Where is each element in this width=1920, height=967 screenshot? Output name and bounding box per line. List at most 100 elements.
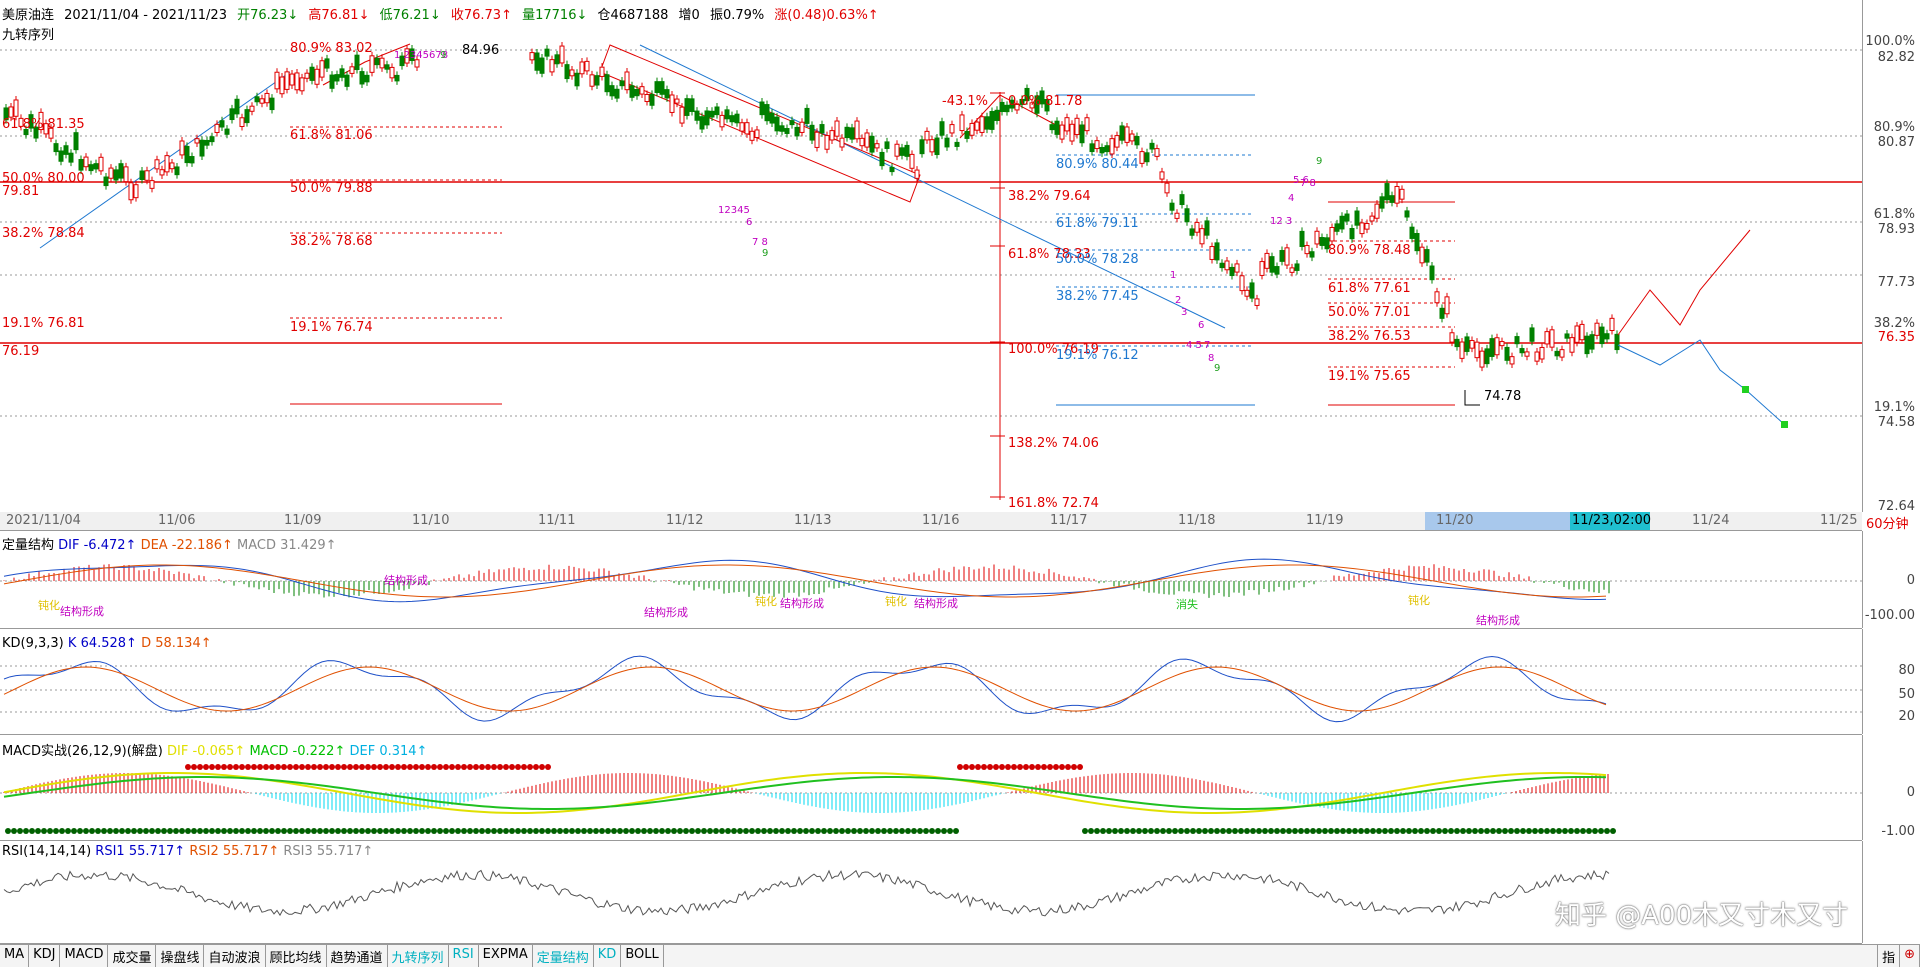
tab-boll[interactable]: BOLL <box>621 945 664 967</box>
signal-dot <box>761 828 767 834</box>
candle <box>1329 226 1335 242</box>
signal-dot <box>1358 828 1364 834</box>
candle <box>974 121 980 131</box>
candle <box>1439 307 1445 319</box>
structure-label: 结构形成 <box>780 597 824 610</box>
candle <box>779 125 785 132</box>
peak-label: 84.96 <box>462 43 500 58</box>
kd-chart[interactable] <box>0 629 1862 734</box>
kd-axis: 80 50 20 <box>1862 629 1920 734</box>
candle <box>73 132 79 151</box>
candle <box>1414 233 1420 252</box>
signal-dot <box>317 764 323 770</box>
pane-title: 定量结构 <box>2 538 55 553</box>
candle <box>304 72 310 79</box>
signal-dot <box>107 828 113 834</box>
tab-structure[interactable]: 定量结构 <box>533 945 594 967</box>
add-icon[interactable]: ⊕ <box>1900 945 1920 967</box>
signal-dot <box>413 828 419 834</box>
candle <box>88 164 94 172</box>
signal-dot <box>473 828 479 834</box>
signal-dot <box>839 828 845 834</box>
tab-gmma[interactable]: 顾比均线 <box>266 945 327 967</box>
tab-kd[interactable]: KD <box>594 945 622 967</box>
candle <box>979 116 985 133</box>
candle <box>1579 323 1585 341</box>
period-label[interactable]: 60分钟 <box>1866 513 1909 532</box>
candle <box>724 109 730 120</box>
candle <box>1194 221 1200 233</box>
candle <box>199 139 205 157</box>
candle <box>1529 327 1535 342</box>
candle <box>749 130 755 141</box>
signal-dot <box>707 828 713 834</box>
candle <box>1149 142 1155 150</box>
candle <box>539 57 545 74</box>
signal-dot <box>1017 764 1023 770</box>
signal-dot <box>17 828 23 834</box>
signal-dot <box>999 764 1005 770</box>
signal-dot <box>299 828 305 834</box>
signal-dot <box>917 828 923 834</box>
candle <box>204 139 210 146</box>
candle <box>1469 340 1475 349</box>
candle <box>1569 337 1575 353</box>
fib-label: 38.2% 77.45 <box>1056 289 1139 304</box>
signal-dot <box>65 828 71 834</box>
signal-dot <box>77 828 83 834</box>
signal-dot <box>491 828 497 834</box>
candle <box>1104 145 1110 153</box>
signal-dot <box>449 764 455 770</box>
candle <box>904 144 910 157</box>
indicator-corner-button[interactable]: 指 <box>1877 945 1901 967</box>
signal-dot <box>1226 828 1232 834</box>
signal-dot <box>869 828 875 834</box>
candle <box>1299 230 1305 247</box>
axis-label: 100.0% <box>1865 34 1915 49</box>
signal-dot <box>137 828 143 834</box>
candle <box>949 124 955 134</box>
candle <box>169 162 175 170</box>
signal-dot <box>503 764 509 770</box>
axis-label: 38.2% <box>1873 316 1915 331</box>
signal-dot <box>893 828 899 834</box>
d-line <box>3 666 1607 712</box>
candle <box>379 57 385 69</box>
tab-kdj[interactable]: KDJ <box>29 945 61 967</box>
signal-dot <box>935 828 941 834</box>
tab-macd[interactable]: MACD <box>60 945 109 967</box>
tab-ma[interactable]: MA <box>0 945 30 967</box>
tab-trade-line[interactable]: 操盘线 <box>156 945 205 967</box>
tab-nine-sequence[interactable]: 九转序列 <box>388 945 449 967</box>
signal-dot <box>1592 828 1598 834</box>
signal-dot <box>185 764 191 770</box>
signal-dot <box>1071 764 1077 770</box>
seq-digit: 6 <box>1198 320 1205 331</box>
signal-dot <box>317 828 323 834</box>
signal-dot <box>659 828 665 834</box>
candle <box>774 116 780 132</box>
candle <box>13 99 19 117</box>
date-label: 11/09 <box>284 513 322 528</box>
signal-dot <box>981 764 987 770</box>
signal-dot <box>1094 828 1100 834</box>
tab-expma[interactable]: EXPMA <box>479 945 533 967</box>
candle <box>704 110 710 126</box>
candle <box>854 120 860 140</box>
tab-volume[interactable]: 成交量 <box>108 945 157 967</box>
tab-auto-wave[interactable]: 自动波浪 <box>204 945 266 967</box>
signal-dot <box>233 764 239 770</box>
signal-dot <box>1334 828 1340 834</box>
signal-dot <box>1478 828 1484 834</box>
tab-rsi[interactable]: RSI <box>449 945 479 967</box>
signal-dot <box>1388 828 1394 834</box>
signal-dot <box>455 764 461 770</box>
signal-dot <box>797 828 803 834</box>
projection-arrow <box>1617 229 1751 336</box>
tab-trend-channel[interactable]: 趋势通道 <box>327 945 388 967</box>
signal-dot <box>389 764 395 770</box>
signal-dot <box>1352 828 1358 834</box>
price-chart[interactable] <box>0 0 1862 512</box>
candle <box>639 86 645 95</box>
candle <box>78 159 84 171</box>
